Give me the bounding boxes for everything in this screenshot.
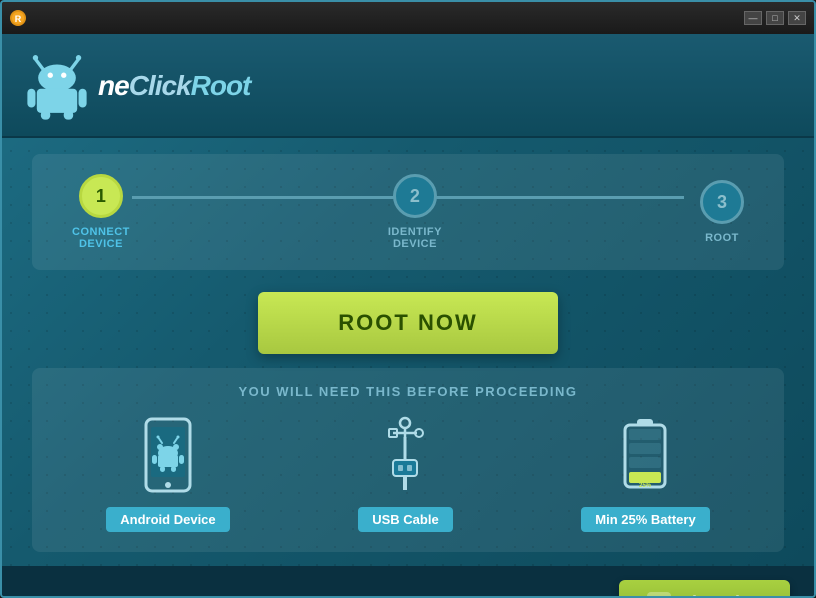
prerequisites-section: YOU WILL NEED THIS BEFORE PROCEEDING bbox=[32, 368, 784, 552]
maximize-button[interactable]: □ bbox=[766, 11, 784, 25]
step-2-label: IDENTIFYDEVICE bbox=[388, 226, 442, 250]
svg-text:25%: 25% bbox=[639, 483, 652, 489]
logo-root: Root bbox=[191, 70, 251, 101]
app-window: R — □ ✕ bbox=[0, 0, 816, 598]
prereq-usb-cable: USB Cable bbox=[358, 415, 452, 532]
app-icon: R bbox=[10, 10, 26, 26]
minimize-button[interactable]: — bbox=[744, 11, 762, 25]
live-chat-label: Live Chat bbox=[681, 593, 762, 598]
prereq-battery: 25% Min 25% Battery bbox=[581, 415, 709, 532]
prereq-items: Android Device bbox=[52, 415, 764, 532]
steps-row: 1 CONNECTDEVICE 2 IDENTIFYDEVICE 3 ROOT bbox=[72, 174, 744, 250]
header: neClickRoot bbox=[2, 34, 814, 138]
prereq-usb-label: USB Cable bbox=[358, 507, 452, 532]
prereq-android-label: Android Device bbox=[106, 507, 229, 532]
android-device-icon bbox=[133, 415, 203, 495]
step-1-label: CONNECTDEVICE bbox=[72, 226, 130, 250]
step-3-circle: 3 bbox=[700, 180, 744, 224]
root-now-container: ROOT NOW bbox=[2, 292, 814, 354]
steps-container: 1 CONNECTDEVICE 2 IDENTIFYDEVICE 3 ROOT bbox=[32, 154, 784, 270]
prereq-android-device: Android Device bbox=[106, 415, 229, 532]
step-1: 1 CONNECTDEVICE bbox=[72, 174, 130, 250]
svg-text:R: R bbox=[15, 14, 22, 24]
window-controls: — □ ✕ bbox=[744, 11, 806, 25]
step-2-circle: 2 bbox=[393, 174, 437, 218]
title-bar-left: R bbox=[10, 10, 26, 26]
logo-text: neClickRoot bbox=[98, 70, 250, 102]
logo-container: neClickRoot bbox=[22, 46, 250, 126]
chat-bubble-icon bbox=[647, 592, 671, 598]
prereq-battery-label: Min 25% Battery bbox=[581, 507, 709, 532]
footer: Need Help Rooting? Speak with a Root Exp… bbox=[2, 566, 814, 598]
prereq-title: YOU WILL NEED THIS BEFORE PROCEEDING bbox=[52, 384, 764, 399]
logo-click: Click bbox=[129, 70, 191, 101]
step-1-circle: 1 bbox=[79, 174, 123, 218]
usb-cable-icon bbox=[370, 415, 440, 495]
footer-help-text: Need Help Rooting? Speak with a Root Exp… bbox=[26, 595, 354, 598]
main-content: neClickRoot 1 CONNECTDEVICE 2 IDENTIFYDE… bbox=[2, 34, 814, 566]
step-3-label: ROOT bbox=[705, 232, 739, 244]
root-now-button[interactable]: ROOT NOW bbox=[258, 292, 557, 354]
logo-ne: ne bbox=[98, 70, 129, 101]
title-bar: R — □ ✕ bbox=[2, 2, 814, 34]
logo-android-icon bbox=[22, 46, 92, 126]
step-3: 3 ROOT bbox=[700, 180, 744, 244]
live-chat-button[interactable]: Live Chat bbox=[619, 580, 790, 598]
close-button[interactable]: ✕ bbox=[788, 11, 806, 25]
step-2: 2 IDENTIFYDEVICE bbox=[388, 174, 442, 250]
battery-icon: 25% bbox=[610, 415, 680, 495]
